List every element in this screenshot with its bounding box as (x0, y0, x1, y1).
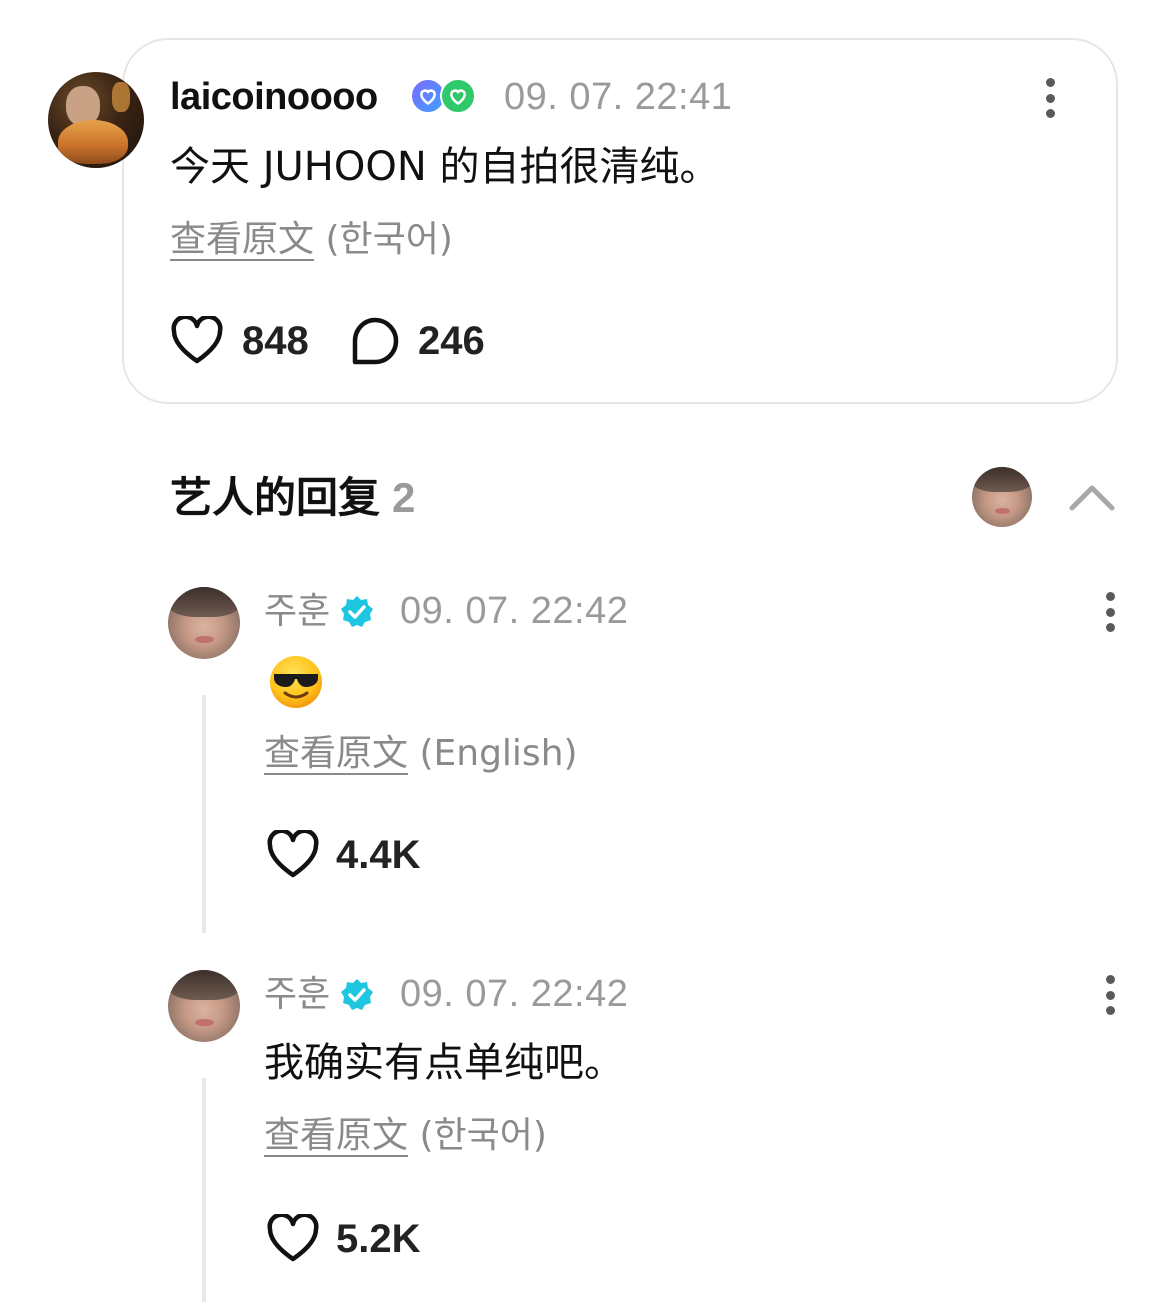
reply-author-avatar[interactable] (168, 587, 240, 659)
post-like-button[interactable]: 848 (170, 316, 309, 366)
reply-text: 我确实有点单纯吧。 (264, 1040, 624, 1086)
post-text: 今天 JUHOON 的自拍很清纯。 (170, 144, 720, 190)
reply-timestamp: 09. 07. 22:42 (400, 590, 629, 632)
reply-translate-row: 查看原文 (한국어) (264, 1114, 547, 1158)
avatar-lamp (112, 82, 130, 112)
heart-badge-green-icon (440, 78, 476, 114)
reply-like-button[interactable]: 5.2K (266, 1214, 421, 1264)
post-author-avatar[interactable] (48, 72, 144, 168)
thread-line (202, 695, 206, 933)
heart-icon (171, 316, 223, 364)
comment-bubble-icon (352, 317, 399, 365)
artist-replies-label: 艺人的回复 (170, 473, 381, 522)
heart-icon (267, 830, 319, 878)
thread-line (202, 1078, 206, 1302)
post-translate-row: 查看原文 (한국어) (170, 218, 453, 262)
heart-icon (267, 1214, 319, 1262)
verified-badge-icon (341, 979, 373, 1010)
post-more-options-icon[interactable] (1044, 78, 1056, 118)
artist-avatar[interactable] (972, 467, 1032, 527)
artist-replies-count: 2 (392, 474, 416, 521)
view-original-link[interactable]: 查看原文 (264, 1115, 408, 1156)
reply-translate-row: 查看原文 (English) (264, 732, 578, 776)
smiling-face-with-sunglasses-icon (270, 656, 322, 708)
reply-author-avatar[interactable] (168, 970, 240, 1042)
reply-author-name[interactable]: 주훈 (264, 590, 330, 634)
membership-badges (410, 78, 480, 116)
like-count: 5.2K (336, 1216, 421, 1261)
reply-more-options-icon[interactable] (1104, 592, 1116, 632)
reply-author-name[interactable]: 주훈 (264, 973, 330, 1017)
reply-timestamp: 09. 07. 22:42 (400, 973, 629, 1015)
source-language: (English) (419, 733, 578, 774)
source-language: (한국어) (419, 1115, 547, 1156)
view-original-link[interactable]: 查看原文 (264, 733, 408, 774)
like-count: 848 (242, 318, 309, 363)
reply-like-button[interactable]: 4.4K (266, 830, 421, 880)
artist-replies-title: 艺人的回复 2 (170, 472, 415, 524)
post-timestamp: 09. 07. 22:41 (504, 76, 733, 118)
collapse-replies-button[interactable] (1066, 478, 1118, 514)
reply-more-options-icon[interactable] (1104, 975, 1116, 1015)
avatar-bread (58, 120, 128, 164)
like-count: 4.4K (336, 832, 421, 877)
post-username[interactable]: laicoinoooo (170, 74, 378, 120)
source-language: (한국어) (325, 219, 453, 260)
chevron-up-icon (1069, 485, 1115, 511)
view-original-link[interactable]: 查看原文 (170, 219, 314, 260)
comment-count: 246 (418, 318, 485, 363)
verified-badge-icon (341, 596, 373, 627)
post-comment-button[interactable]: 246 (350, 316, 485, 366)
